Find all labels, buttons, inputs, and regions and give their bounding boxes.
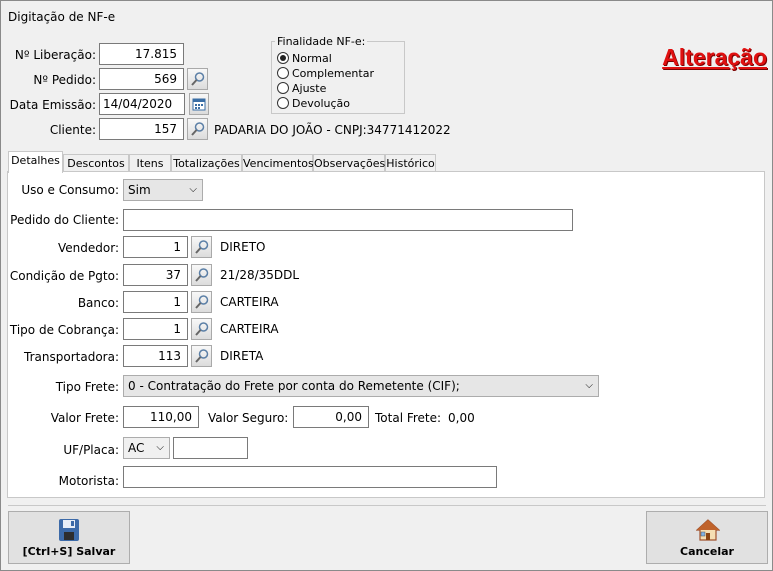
chevron-down-icon: ⌵ (585, 380, 593, 391)
valor-seguro-field[interactable]: 0,00 (293, 406, 369, 428)
tab-totalizacoes[interactable]: Totalizações (171, 154, 242, 172)
divider (8, 505, 766, 506)
search-icon (195, 322, 209, 336)
radio-normal[interactable] (277, 52, 289, 64)
condicao-desc: 21/28/35DDL (220, 268, 300, 282)
radio-complementar-label: Complementar (292, 67, 374, 80)
radio-devolucao[interactable] (277, 97, 289, 109)
search-icon (195, 349, 209, 363)
vendedor-search-button[interactable] (191, 236, 212, 258)
pedido-cliente-field[interactable] (123, 209, 573, 231)
emissao-field[interactable]: 14/04/2020 (99, 93, 185, 115)
banco-desc: CARTEIRA (220, 295, 279, 309)
motorista-field[interactable] (123, 466, 497, 488)
cliente-search-button[interactable] (187, 118, 208, 140)
total-frete-label: Total Frete: (375, 411, 442, 425)
tipo-cobranca-label: Tipo de Cobrança: (9, 323, 119, 337)
tipo-cobranca-field[interactable]: 1 (123, 318, 188, 340)
mode-indicator: Alteração (662, 44, 767, 70)
calendar-button[interactable] (189, 93, 209, 115)
search-icon (191, 72, 205, 86)
pedido-field[interactable]: 569 (99, 68, 184, 90)
banco-search-button[interactable] (191, 291, 212, 313)
cliente-label: Cliente: (49, 123, 96, 137)
pedido-search-button[interactable] (187, 68, 208, 90)
vendedor-label: Vendedor: (58, 241, 119, 255)
tab-vencimentos[interactable]: Vencimentos (242, 154, 314, 172)
search-icon (195, 240, 209, 254)
valor-frete-label: Valor Frete: (50, 411, 119, 425)
liberacao-field[interactable]: 17.815 (99, 43, 184, 65)
uf-placa-label: UF/Placa: (63, 443, 119, 457)
search-icon (195, 268, 209, 282)
search-icon (191, 122, 205, 136)
vendedor-desc: DIRETO (220, 240, 266, 254)
window-title: Digitação de NF-e (8, 10, 116, 24)
radio-normal-label: Normal (292, 52, 332, 65)
tab-detalhes[interactable]: Detalhes (8, 151, 63, 173)
radio-complementar[interactable] (277, 67, 289, 79)
banco-label: Banco: (77, 296, 119, 310)
cliente-name: PADARIA DO JOÃO - CNPJ:34771412022 (214, 123, 451, 137)
tab-descontos[interactable]: Descontos (63, 154, 129, 172)
motorista-label: Motorista: (58, 474, 119, 488)
uso-consumo-label: Uso e Consumo: (21, 183, 119, 197)
search-icon (195, 295, 209, 309)
valor-frete-field[interactable]: 110,00 (123, 406, 199, 428)
transportadora-label: Transportadora: (24, 350, 119, 364)
valor-seguro-label: Valor Seguro: (208, 411, 289, 425)
radio-ajuste-label: Ajuste (292, 82, 327, 95)
floppy-disk-icon (59, 519, 79, 541)
uso-consumo-select[interactable]: Sim ⌵ (123, 179, 203, 201)
cliente-field[interactable]: 157 (99, 118, 184, 140)
chevron-down-icon: ⌵ (156, 442, 164, 453)
tab-historico[interactable]: Histórico (385, 154, 436, 172)
total-frete-value: 0,00 (448, 411, 475, 425)
uf-value: AC (128, 441, 145, 455)
tipo-cobranca-search-button[interactable] (191, 318, 212, 340)
finalidade-title: Finalidade NF-e: (275, 35, 368, 48)
condicao-label: Condição de Pgto: (9, 269, 119, 283)
radio-devolucao-label: Devolução (292, 97, 351, 110)
cancel-button-label: Cancelar (680, 545, 734, 558)
tab-itens[interactable]: Itens (129, 154, 171, 172)
banco-field[interactable]: 1 (123, 291, 188, 313)
save-button-label: [Ctrl+S] Salvar (22, 545, 116, 558)
uf-select[interactable]: AC ⌵ (123, 437, 170, 459)
cancel-button[interactable]: Cancelar (646, 511, 768, 564)
pedido-label: Nº Pedido: (33, 73, 96, 87)
pedido-cliente-label: Pedido do Cliente: (10, 213, 119, 227)
tipo-frete-select[interactable]: 0 - Contratação do Frete por conta do Re… (123, 375, 599, 397)
calendar-icon (192, 98, 206, 111)
tipo-frete-label: Tipo Frete: (55, 380, 119, 394)
liberacao-label: Nº Liberação: (14, 48, 96, 62)
radio-ajuste[interactable] (277, 82, 289, 94)
save-button[interactable]: [Ctrl+S] Salvar (8, 511, 130, 564)
uso-consumo-value: Sim (128, 183, 151, 197)
transportadora-search-button[interactable] (191, 345, 212, 367)
placa-field[interactable] (173, 437, 248, 459)
chevron-down-icon: ⌵ (189, 184, 197, 195)
vendedor-field[interactable]: 1 (123, 236, 188, 258)
condicao-search-button[interactable] (191, 264, 212, 286)
transportadora-desc: DIRETA (220, 349, 264, 363)
emissao-label: Data Emissão: (9, 98, 96, 112)
transportadora-field[interactable]: 113 (123, 345, 188, 367)
home-icon (696, 519, 720, 541)
condicao-field[interactable]: 37 (123, 264, 188, 286)
tab-observacoes[interactable]: Observações (313, 154, 385, 172)
tipo-frete-value: 0 - Contratação do Frete por conta do Re… (128, 379, 460, 393)
tipo-cobranca-desc: CARTEIRA (220, 322, 279, 336)
